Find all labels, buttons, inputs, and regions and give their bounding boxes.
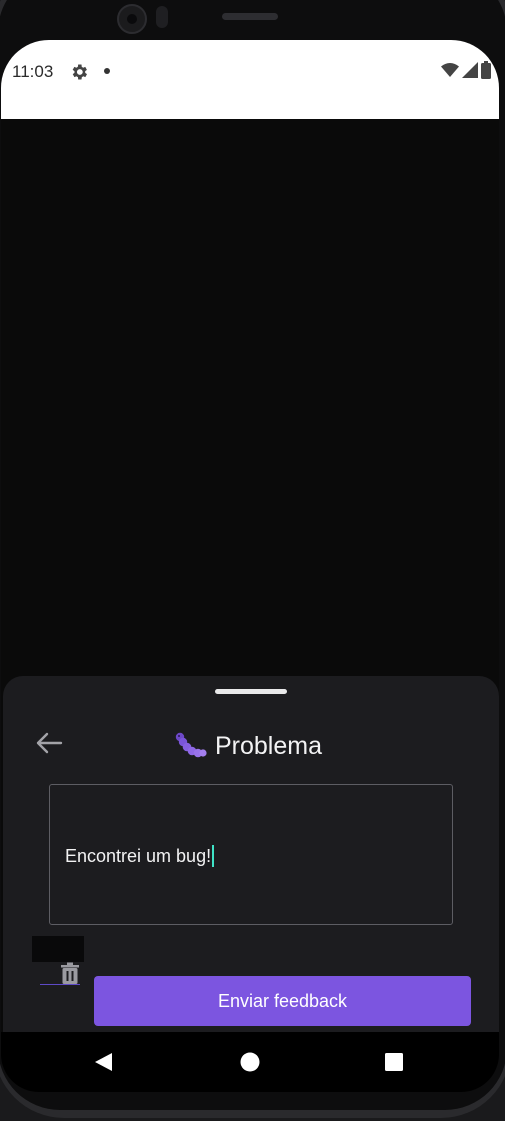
screenshot-attachment-thumbnail[interactable] [32, 936, 84, 988]
battery-icon [481, 61, 491, 79]
trash-icon[interactable] [60, 962, 80, 984]
sheet-title: Problema [173, 728, 322, 764]
home-circle-icon[interactable] [240, 1052, 260, 1072]
status-time: 11:03 [12, 62, 54, 81]
proximity-sensor [156, 6, 168, 28]
caterpillar-bug-icon [175, 732, 207, 758]
back-button[interactable] [33, 730, 65, 756]
gear-icon [72, 64, 87, 80]
earpiece-speaker [222, 13, 278, 20]
submit-feedback-button[interactable]: Enviar feedback [94, 976, 471, 1026]
feedback-message-input[interactable]: Encontrei um bug! [49, 784, 453, 925]
device-screen: 11:03 Problema Encontrei um bug! Enviar … [1, 40, 499, 1092]
front-camera [117, 4, 147, 34]
submit-feedback-label: Enviar feedback [217, 990, 348, 1011]
arrow-left-icon [36, 732, 63, 754]
recents-square-icon[interactable] [384, 1052, 404, 1072]
system-navigation-bar [1, 1032, 499, 1092]
feedback-message-value: Encontrei um bug! [65, 845, 212, 866]
feedback-bottom-sheet: Problema Encontrei um bug! Enviar feedba… [3, 676, 499, 1032]
sheet-drag-handle[interactable] [215, 689, 287, 694]
back-triangle-icon[interactable] [94, 1052, 114, 1072]
status-right-icons [441, 61, 491, 79]
thumbnail-preview-line [40, 984, 80, 985]
status-bar: 11:03 [1, 40, 499, 119]
notification-dot-icon [104, 68, 110, 74]
text-caret [212, 845, 215, 867]
sheet-title-text: Problema [215, 731, 322, 760]
wifi-icon [441, 63, 459, 77]
signal-icon [462, 62, 478, 78]
